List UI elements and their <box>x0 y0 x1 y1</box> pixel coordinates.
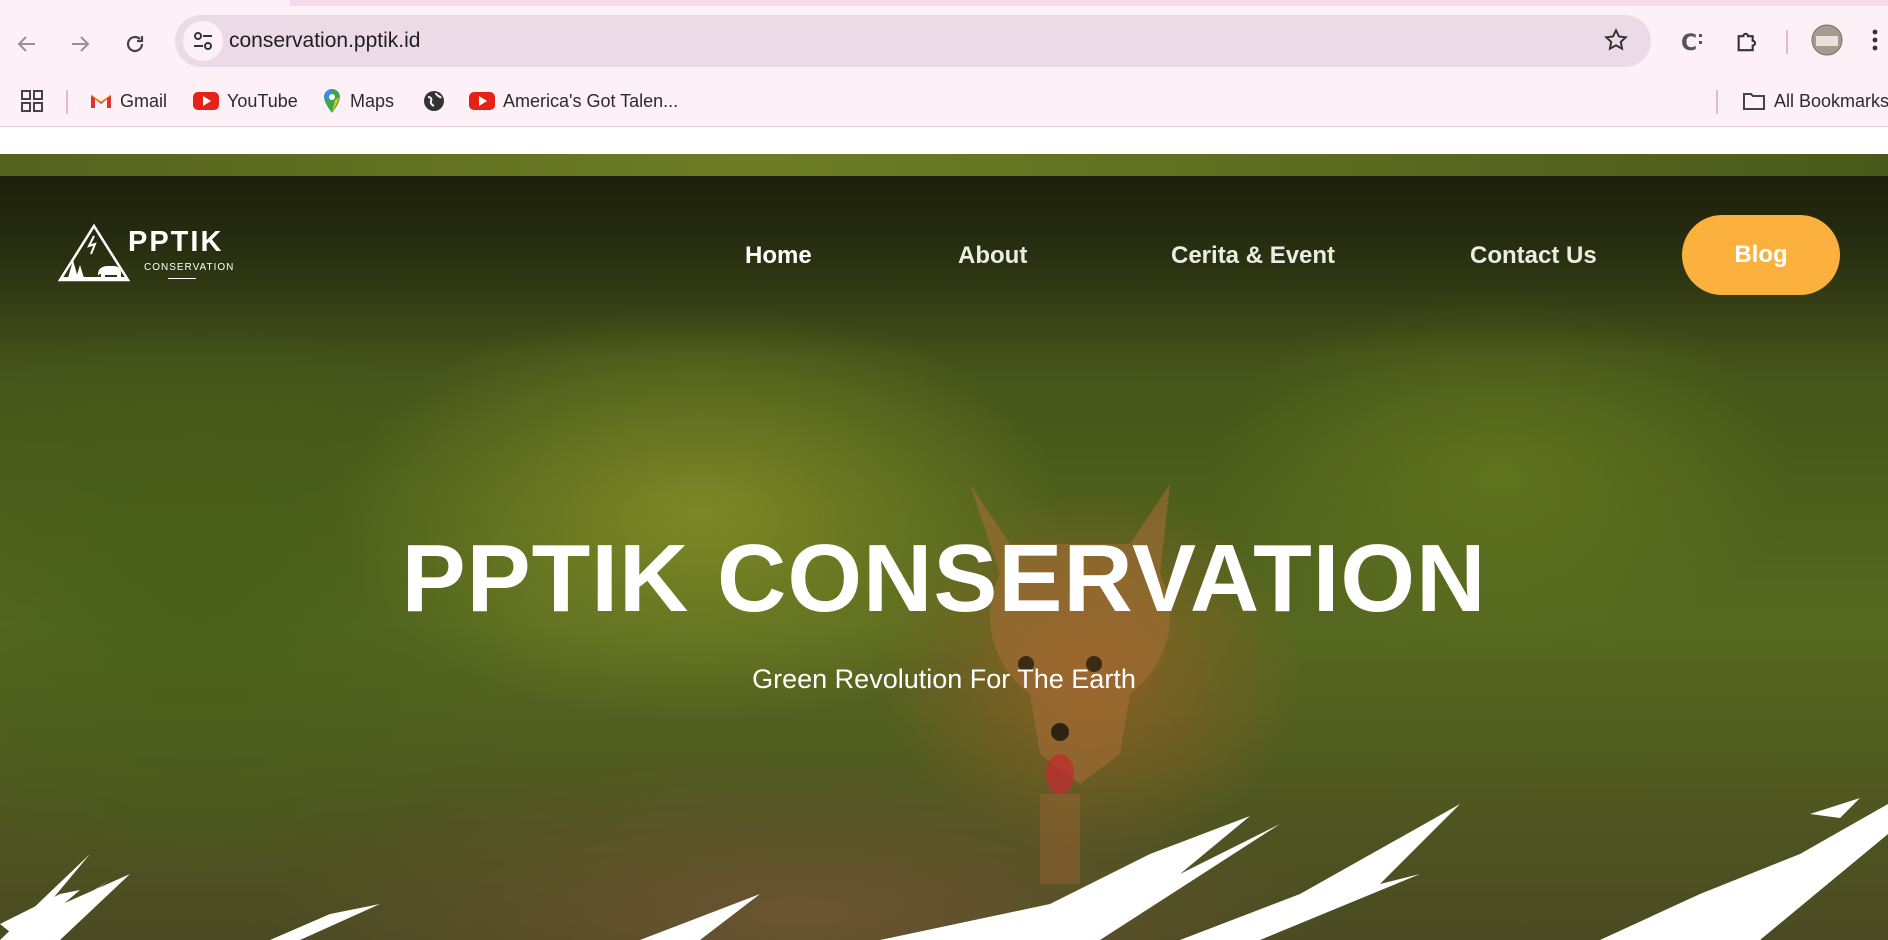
blog-button[interactable]: Blog <box>1682 215 1840 295</box>
toolbar-divider <box>1786 30 1788 54</box>
bookmark-americas-got-talent[interactable]: America's Got Talen... <box>469 84 678 118</box>
hero-top-strip <box>0 154 1888 176</box>
logo-mountain-icon <box>58 223 130 282</box>
logo-subtitle: CONSERVATION <box>144 262 235 273</box>
site-logo[interactable]: PPTIK CONSERVATION <box>58 222 238 288</box>
all-bookmarks-button[interactable]: All Bookmarks <box>1742 84 1888 118</box>
svg-text:C: C <box>1681 31 1697 54</box>
folder-icon <box>1743 93 1765 110</box>
back-button[interactable] <box>7 24 47 64</box>
puzzle-icon <box>1737 32 1757 52</box>
bookmark-label: YouTube <box>227 90 298 111</box>
bookmark-gmail[interactable]: Gmail <box>90 84 167 118</box>
bookmark-globe[interactable] <box>422 84 446 118</box>
gmail-icon <box>90 94 112 108</box>
forward-button[interactable] <box>60 24 100 64</box>
apps-button[interactable] <box>20 84 44 118</box>
all-bookmarks-label: All Bookmarks <box>1774 90 1888 111</box>
logo-title: PPTIK <box>128 226 224 258</box>
bookmarks-divider <box>66 90 68 114</box>
nav-cerita-event[interactable]: Cerita & Event <box>1171 242 1335 270</box>
maps-icon <box>324 89 340 113</box>
nav-home[interactable]: Home <box>745 242 812 270</box>
apps-grid-icon <box>21 90 43 112</box>
bookmark-label: Maps <box>350 90 395 111</box>
reload-button[interactable] <box>115 24 155 64</box>
tune-icon <box>194 32 212 50</box>
nav-contact-us[interactable]: Contact Us <box>1470 242 1597 270</box>
nav-about[interactable]: About <box>958 242 1027 270</box>
site-info-button[interactable] <box>183 21 223 61</box>
more-vertical-icon <box>1872 29 1878 51</box>
url-text[interactable]: conservation.pptik.id <box>229 29 420 53</box>
forward-arrow-icon <box>72 36 90 52</box>
hero-section: PPTIK CONSERVATION Home About Cerita & E… <box>0 154 1888 940</box>
bookmark-star-button[interactable] <box>1603 27 1629 58</box>
avatar <box>1811 24 1843 56</box>
brush-stroke-divider <box>0 798 1888 940</box>
reload-icon <box>126 35 144 53</box>
globe-icon <box>424 91 444 111</box>
bookmarks-divider <box>1716 90 1718 114</box>
bookmark-label: America's Got Talen... <box>503 90 679 111</box>
browser-toolbar: conservation.pptik.id C <box>0 6 1888 76</box>
profile-button[interactable] <box>1811 24 1843 61</box>
bookmark-label: Gmail <box>120 90 168 111</box>
star-icon <box>1604 27 1628 51</box>
hero-header-shade <box>0 176 1888 356</box>
hero-subtitle: Green Revolution For The Earth <box>752 664 1136 694</box>
extension-c-icon: C <box>1681 31 1702 56</box>
back-arrow-icon <box>17 36 35 52</box>
extension-button[interactable]: C <box>1680 28 1706 59</box>
bookmark-maps[interactable]: Maps <box>322 84 394 118</box>
youtube-icon <box>193 92 219 110</box>
bookmarks-bar: Gmail YouTube Maps America's Got Talen..… <box>0 76 1888 127</box>
extensions-menu-button[interactable] <box>1734 28 1762 61</box>
browser-menu-button[interactable] <box>1870 26 1880 59</box>
hero-title: PPTIK CONSERVATION <box>401 525 1487 632</box>
youtube-icon <box>469 92 495 110</box>
page-top-gap <box>0 127 1888 154</box>
address-bar[interactable]: conservation.pptik.id <box>175 15 1651 67</box>
bookmark-youtube[interactable]: YouTube <box>193 84 298 118</box>
logo-underline <box>168 278 196 279</box>
